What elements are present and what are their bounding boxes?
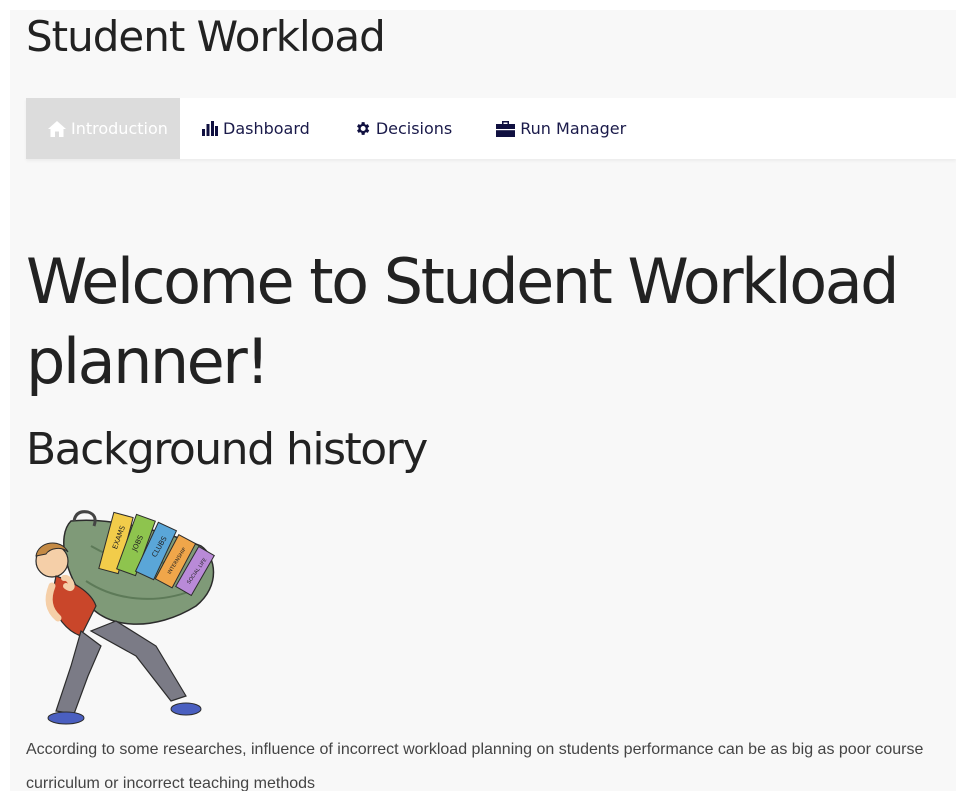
main-navbar: Introduction Dashboard Decisions Run Man… [26,98,956,159]
nav-tab-decisions[interactable]: Decisions [332,98,474,159]
briefcase-icon [496,120,516,137]
nav-tab-label: Introduction [71,119,168,138]
nav-tab-label: Run Manager [520,119,627,138]
bar-chart-icon [202,121,218,136]
welcome-heading: Welcome to Student Workload planner! [26,245,900,398]
intro-paragraph: According to some researches, influence … [26,741,924,791]
nav-tab-run-manager[interactable]: Run Manager [474,98,648,159]
nav-tab-label: Decisions [375,119,453,138]
section-title: Background history [26,424,428,475]
app-title: Student Workload [26,12,386,61]
nav-tab-dashboard[interactable]: Dashboard [180,98,332,159]
nav-tab-label: Dashboard [223,119,310,138]
nav-tab-introduction[interactable]: Introduction [26,98,180,159]
gear-icon [354,120,371,137]
student-workload-illustration: EXAMS JOBS CLUBS INTERNSHIP SOCIAL LIFE [35,510,215,725]
page: Student Workload Introduction Dashboard … [10,10,956,791]
home-icon [48,120,66,137]
